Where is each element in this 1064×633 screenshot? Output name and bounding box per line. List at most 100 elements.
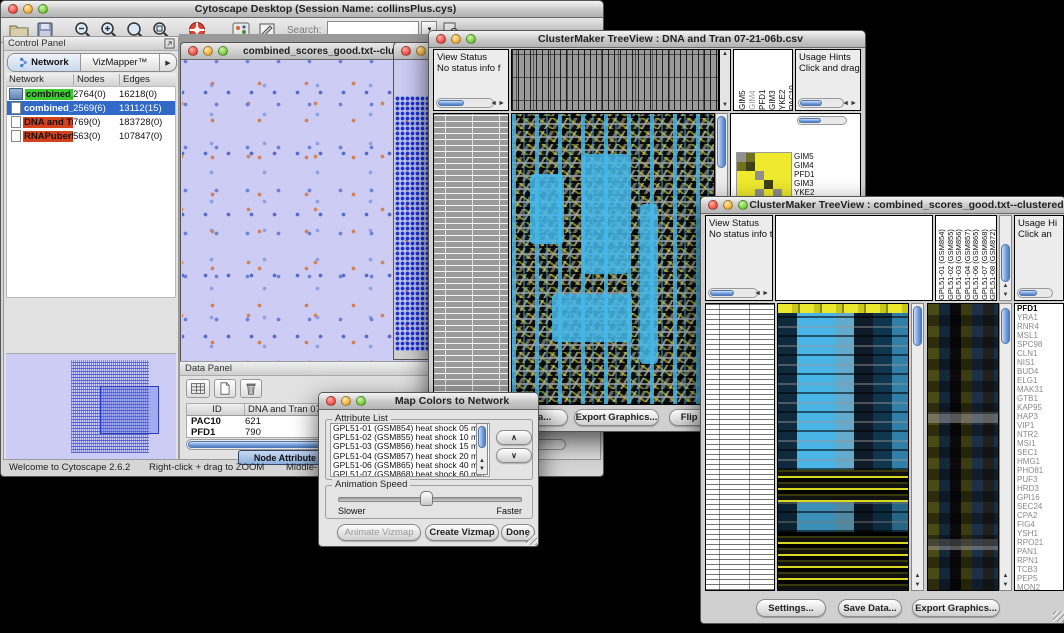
move-up-button[interactable]: ∧ (496, 430, 532, 445)
gene-label[interactable]: CPA2 (1017, 511, 1063, 520)
gene-label[interactable]: NIS1 (1017, 358, 1063, 367)
dialog-titlebar[interactable]: Map Colors to Network (319, 393, 538, 410)
close-button[interactable] (401, 46, 411, 56)
gene-label[interactable]: YSH1 (1017, 529, 1063, 538)
gene-label[interactable]: RPO21 (1017, 538, 1063, 547)
zoom-window-button[interactable] (466, 34, 476, 44)
minimize-button[interactable] (416, 46, 426, 56)
gene-label[interactable]: MON2 (1017, 583, 1063, 591)
close-button[interactable] (8, 4, 18, 14)
network-row[interactable]: DNA and Tran 07 769(0) 183728(0) (7, 115, 175, 129)
gene-label[interactable]: YRA1 (1017, 313, 1063, 322)
close-button[interactable] (708, 200, 718, 210)
tab-vizmapper[interactable]: VizMapper™ (81, 54, 160, 71)
up-arrow-icon[interactable]: ▲ (477, 458, 487, 465)
down-arrow-icon[interactable]: ▼ (1000, 292, 1011, 299)
matrix-row-label[interactable]: GIM5 (794, 152, 819, 161)
tv1-column-dendrogram[interactable] (511, 49, 719, 111)
gene-label[interactable]: FIG4 (1017, 520, 1063, 529)
network-overview[interactable] (6, 353, 176, 459)
gene-label[interactable]: MSL1 (1017, 331, 1063, 340)
gene-label[interactable]: PUF3 (1017, 475, 1063, 484)
col-edges[interactable]: Edges (120, 74, 176, 85)
down-arrow-icon[interactable]: ▼ (720, 102, 730, 109)
column-label[interactable]: GIM3 (768, 50, 777, 110)
tv2-mini-heatmap[interactable] (927, 303, 999, 591)
scroll-thumb[interactable] (1001, 244, 1010, 282)
up-arrow-icon[interactable]: ▲ (720, 51, 730, 58)
up-arrow-icon[interactable]: ▲ (1000, 573, 1011, 580)
col-nodes[interactable]: Nodes (74, 74, 120, 85)
tv2-heatmap[interactable] (777, 303, 909, 591)
close-button[interactable] (436, 34, 446, 44)
resize-grip[interactable] (526, 534, 537, 545)
matrix-row-label[interactable]: PFD1 (794, 170, 819, 179)
gene-label[interactable]: MSI1 (1017, 439, 1063, 448)
tab-network[interactable]: Network (8, 54, 81, 71)
column-label[interactable]: PAC10 (788, 50, 793, 110)
treeview2-titlebar[interactable]: ClusterMaker TreeView : combined_scores_… (701, 197, 1064, 214)
tv2-row-dendrogram[interactable] (705, 303, 775, 591)
tv2-column-dendrogram[interactable] (775, 215, 933, 301)
overview-viewport-rect[interactable] (100, 386, 160, 434)
close-button[interactable] (326, 396, 336, 406)
zoom-window-button[interactable] (38, 4, 48, 14)
scroll-thumb[interactable] (717, 116, 726, 168)
scroll-thumb[interactable] (1001, 308, 1010, 344)
gene-label[interactable]: HMG1 (1017, 457, 1063, 466)
network-row[interactable]: RNAPuberNov2+ 563(0) 107847(0) (7, 129, 175, 143)
move-down-button[interactable]: ∨ (496, 448, 532, 463)
up-arrow-icon[interactable]: ▲ (1000, 283, 1011, 290)
gene-label[interactable]: SPC98 (1017, 340, 1063, 349)
tv1-matrix-hscrollbar[interactable] (797, 116, 847, 125)
scroll-left-right-arrows[interactable]: ◄► (842, 100, 858, 107)
treeview1-titlebar[interactable]: ClusterMaker TreeView : DNA and Tran 07-… (429, 31, 865, 48)
gene-label[interactable]: SEC24 (1017, 502, 1063, 511)
network-row[interactable]: combined_sco 2569(6) 13112(15) (7, 101, 175, 115)
speed-slider-thumb[interactable] (420, 491, 433, 506)
tab-overflow-button[interactable]: ▶ (160, 54, 176, 71)
tv1-row-dendrogram[interactable] (433, 113, 509, 405)
zoom-window-button[interactable] (218, 46, 228, 56)
col-network[interactable]: Network (6, 74, 74, 85)
tv1-heatmap[interactable] (511, 113, 715, 405)
scroll-left-right-arrows[interactable]: ◄► (754, 290, 770, 297)
gene-label[interactable]: ELG1 (1017, 376, 1063, 385)
matrix-row-label[interactable]: GIM3 (794, 179, 819, 188)
attribute-item[interactable]: GPL51-07 (GSM868) heat shock 60 min (331, 470, 489, 477)
scroll-thumb[interactable] (710, 290, 734, 296)
scroll-thumb[interactable] (1019, 290, 1037, 296)
gene-label[interactable]: MAK31 (1017, 385, 1063, 394)
tv2-heatmap-vscrollbar[interactable]: ▲ ▼ (911, 303, 924, 591)
delete-attribute-button[interactable] (240, 379, 262, 398)
minimize-button[interactable] (341, 396, 351, 406)
gene-label[interactable]: RNR4 (1017, 322, 1063, 331)
minimize-button[interactable] (723, 200, 733, 210)
create-attribute-button[interactable] (214, 379, 236, 398)
tv1-status-hscrollbar[interactable] (436, 98, 494, 108)
tv2-save-data-button[interactable]: Save Data... (838, 599, 902, 617)
animate-vizmap-button[interactable]: Animate Vizmap (337, 524, 421, 541)
down-arrow-icon[interactable]: ▼ (912, 582, 923, 589)
scroll-thumb[interactable] (799, 118, 821, 123)
attribute-select-button[interactable] (186, 379, 210, 398)
scroll-thumb[interactable] (800, 100, 822, 106)
column-label[interactable]: GPL51-08 (GSM872) (989, 216, 997, 300)
zoom-window-button[interactable] (356, 396, 366, 406)
float-panel-icon[interactable] (164, 38, 175, 49)
gene-label[interactable]: PEP5 (1017, 574, 1063, 583)
gene-label[interactable]: GPI16 (1017, 493, 1063, 502)
resize-grip[interactable] (1053, 611, 1064, 622)
matrix-row-label[interactable]: GIM4 (794, 161, 819, 170)
gene-label[interactable]: GTB1 (1017, 394, 1063, 403)
close-button[interactable] (188, 46, 198, 56)
gene-label[interactable]: KAP95 (1017, 403, 1063, 412)
gene-label[interactable]: PHO81 (1017, 466, 1063, 475)
scroll-thumb[interactable] (438, 100, 464, 106)
gene-label[interactable]: RPN1 (1017, 556, 1063, 565)
column-label[interactable]: YKE2 (778, 50, 787, 110)
gene-label[interactable]: PFD1 (1017, 304, 1063, 313)
gene-label[interactable]: VIP1 (1017, 421, 1063, 430)
gene-label[interactable]: SEC1 (1017, 448, 1063, 457)
down-arrow-icon[interactable]: ▼ (1000, 582, 1011, 589)
